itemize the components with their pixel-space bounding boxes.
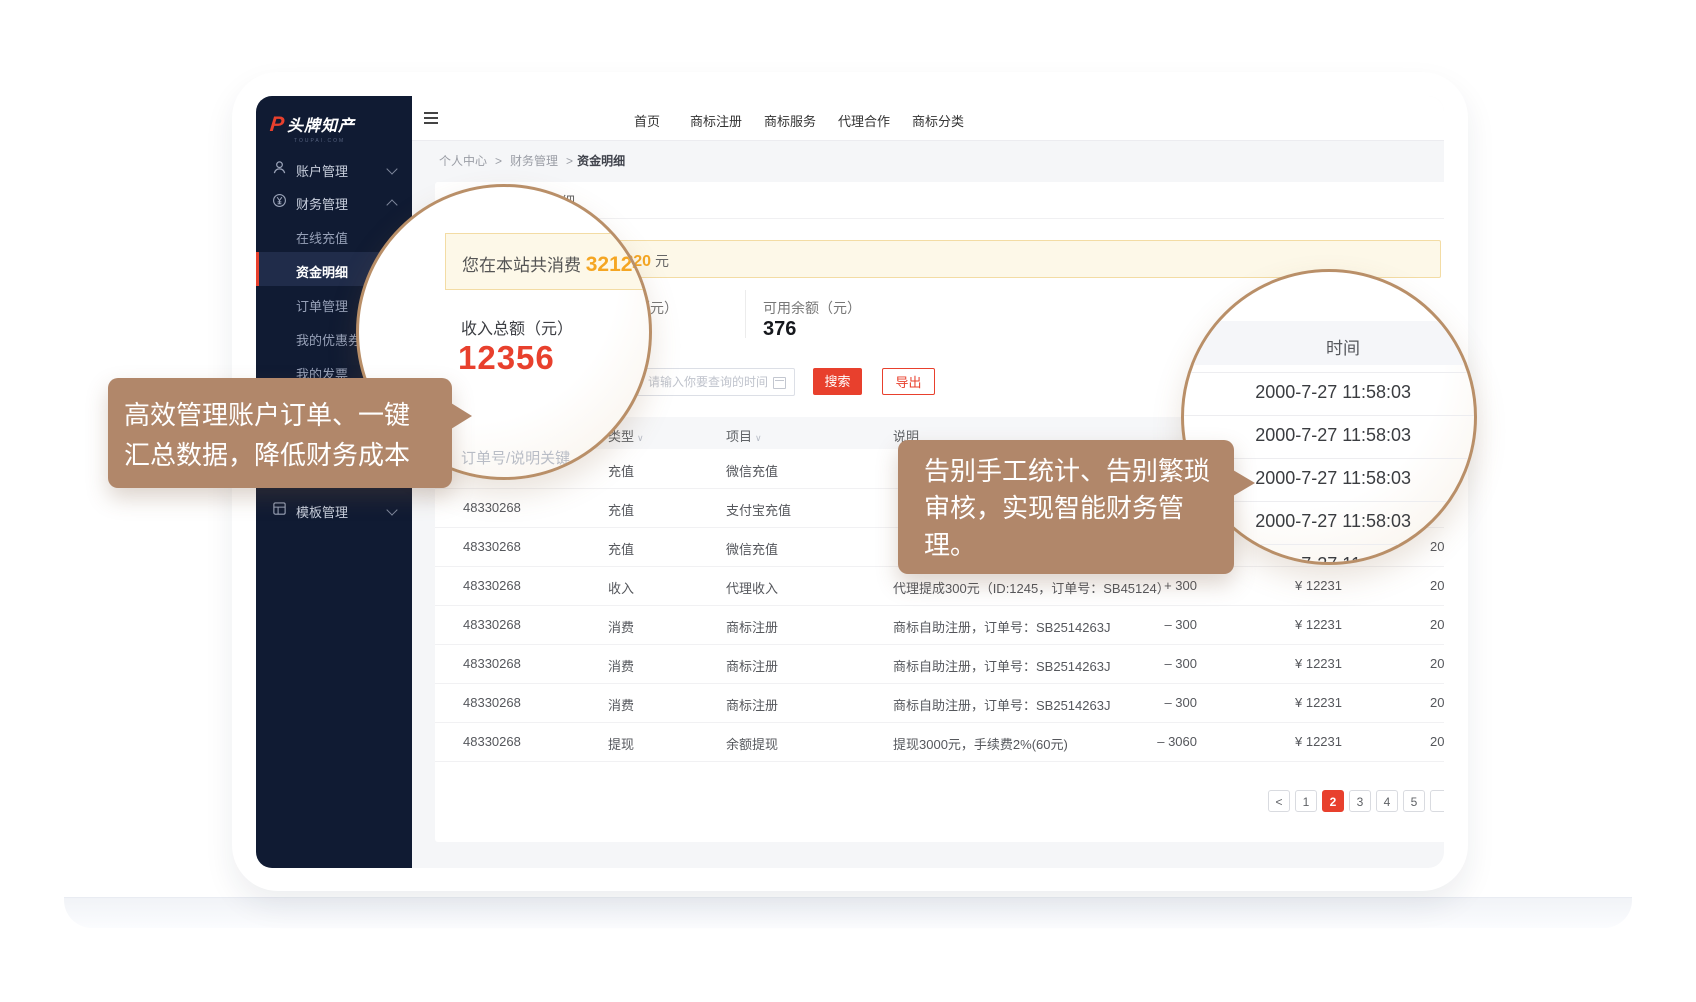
user-icon <box>272 160 287 175</box>
callout-arrow-icon <box>451 403 472 429</box>
chevron-down-icon <box>386 163 397 174</box>
nav-trademark-category[interactable]: 商标分类 <box>912 111 964 130</box>
breadcrumb-item[interactable]: 财务管理 <box>510 154 558 168</box>
magnified-income-value: 12356 <box>458 339 555 377</box>
sidebar-item-finance[interactable]: 财务管理 <box>256 184 412 218</box>
balance-label: 可用余额（元） <box>763 298 861 318</box>
laptop-base <box>64 897 1632 928</box>
sidebar-item-label: 账户管理 <box>296 161 348 180</box>
table-row: 48330268提现余额提现提现3000元，手续费2%(60元)– 3060¥ … <box>435 722 1444 762</box>
magnified-input-placeholder: 订单号/说明关键 <box>461 447 570 468</box>
chevron-up-icon <box>386 199 397 210</box>
breadcrumb-current: 资金明细 <box>577 154 625 168</box>
magnified-time-cell: 2000-7-27 11:58:03 <box>1184 382 1411 403</box>
nav-home[interactable]: 首页 <box>634 111 660 130</box>
balance-value: 376 <box>763 318 796 341</box>
chevron-down-icon <box>386 504 397 515</box>
table-row: 48330268消费商标注册商标自助注册，订单号：SB2514263J– 300… <box>435 605 1444 645</box>
template-icon <box>272 501 287 516</box>
sort-caret-icon: ∨ <box>755 433 762 443</box>
brand-name: 头牌知产 <box>287 118 355 135</box>
breadcrumb-item[interactable]: 个人中心 <box>439 154 487 168</box>
nav-agent-coop[interactable]: 代理合作 <box>838 111 890 130</box>
magnified-income-label: 收入总额（元） <box>461 315 573 339</box>
pagination-page-2-active[interactable]: 2 <box>1322 790 1344 812</box>
pagination-prev-button[interactable]: < <box>1268 790 1290 812</box>
time-input[interactable]: 请输入你要查询的时间 <box>637 368 795 396</box>
sort-caret-icon: ∨ <box>637 433 644 443</box>
magnified-banner: 您在本站共消费 32124 大 <box>445 233 652 290</box>
brand-domain: TOUPAI.COM <box>294 138 345 144</box>
sidebar-item-template[interactable]: 模板管理 <box>256 492 412 526</box>
pagination-page-1[interactable]: 1 <box>1295 790 1317 812</box>
search-button[interactable]: 搜索 <box>813 368 862 395</box>
hamburger-menu-icon[interactable] <box>424 112 438 124</box>
table-row: 48330268消费商标注册商标自助注册，订单号：SB2514263J– 300… <box>435 644 1444 684</box>
callout-left: 高效管理账户订单、一键 汇总数据，降低财务成本 <box>108 378 452 488</box>
pagination-page-5[interactable]: 5 <box>1403 790 1425 812</box>
sidebar-item-label: 模板管理 <box>296 502 348 521</box>
sidebar-item-account[interactable]: 账户管理 <box>256 151 412 185</box>
brand-logo: P头牌知产 TOUPAI.COM <box>270 112 410 152</box>
callout-right: 告别手工统计、告别繁琐 审核，实现智能财务管 理。 <box>898 440 1234 574</box>
pagination-next-button[interactable] <box>1430 790 1444 812</box>
calendar-icon <box>773 377 786 389</box>
pagination-page-4[interactable]: 4 <box>1376 790 1398 812</box>
top-navbar: 首页 商标注册 商标服务 代理合作 商标分类 请输入商标名，申请号，申请人 <box>412 96 1444 141</box>
finance-icon <box>272 193 287 208</box>
brand-logo-icon: P <box>269 113 286 137</box>
table-row: 48330268消费商标注册商标自助注册，订单号：SB2514263J– 300… <box>435 683 1444 723</box>
magnified-time-header: 时间 <box>1184 321 1477 365</box>
nav-trademark-register[interactable]: 商标注册 <box>690 111 742 130</box>
callout-arrow-icon <box>1233 470 1255 496</box>
col-project-sortable[interactable]: 项目∨ <box>726 426 762 445</box>
sidebar-item-label: 财务管理 <box>296 194 348 213</box>
divider <box>745 290 746 338</box>
pagination-page-3[interactable]: 3 <box>1349 790 1371 812</box>
breadcrumb: 个人中心>财务管理>资金明细 <box>435 152 625 169</box>
nav-trademark-service[interactable]: 商标服务 <box>764 111 816 130</box>
export-button[interactable]: 导出 <box>882 368 935 395</box>
